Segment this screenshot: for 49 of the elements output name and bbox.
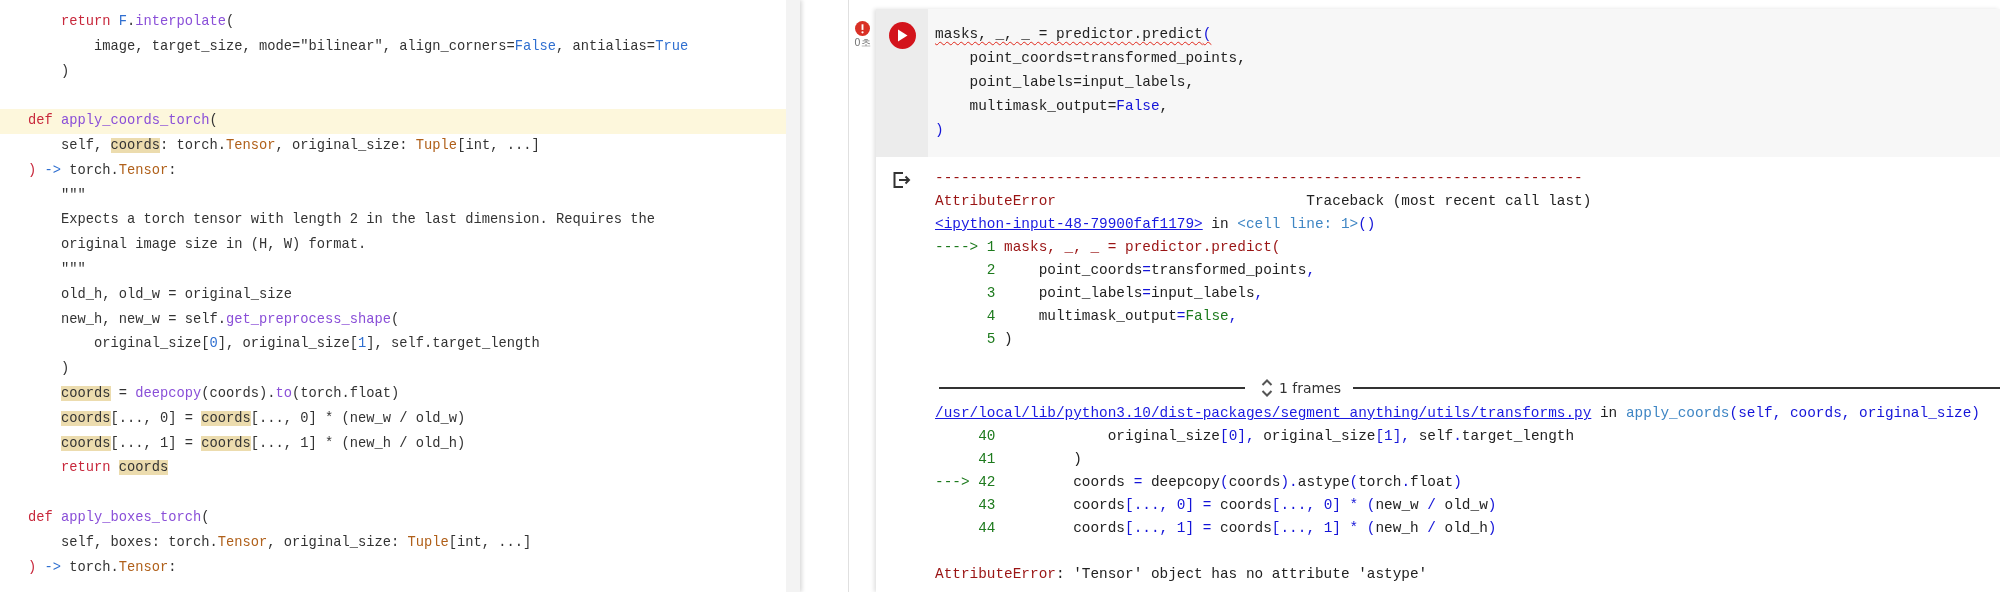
code-line: self, boxes: torch.Tensor, original_size: Tuple[int, ...] [61,533,532,552]
box-arrow-icon[interactable] [892,171,912,189]
code-line: coords = deepcopy(coords).to(torch.float) [61,384,400,403]
output-line: 5 ) [986,330,1013,349]
output-line: 44 coords[..., 1] = coords[..., 1] * (new_h / old_h) [978,519,1497,538]
output-line: <ipython-input-48-79900faf1179> in <cell line: 1>() [935,215,1376,234]
execution-time: 0초 [854,37,871,49]
code-line: ) -> torch.Tensor: [28,558,177,577]
file-link[interactable]: <ipython-input-48-79900faf1179> [935,216,1203,232]
output-line: ----> 1 masks, _, _ = predictor.predict( [935,238,1281,257]
code-line: old_h, old_w = original_size [61,285,293,304]
output-line: AttributeError Traceback (most recent call last) [935,192,1592,211]
code-line: point_coords=transformed_points, [969,49,1246,68]
frames-toggle[interactable]: 1 frames [1261,378,1342,398]
code-line: ) [61,360,70,379]
output-line: /usr/local/lib/python3.10/dist-packages/segment_anything/utils/transforms.py in apply_coords(self, coords, original_size) [935,404,1980,423]
file-link[interactable]: /usr/local/lib/python3.10/dist-packages/segment_anything/utils/transforms.py [935,405,1592,421]
output-line: ---> 42 coords = deepcopy(coords).astype(torch.float) [935,473,1462,492]
error-message: AttributeError: 'Tensor' object has no attribute 'astype' [935,565,1428,584]
code-line: multimask_output=False, [969,97,1169,116]
code-line: masks, _, _ = predictor.predict( [935,25,1212,44]
output-line: --------------------------------------------------------------------------- [935,169,1583,188]
code-line: return coords [61,459,169,478]
code-line: original image size in (H, W) format. [61,236,367,255]
output-line: 3 point_labels=input_labels, [986,284,1264,303]
code-line: original_size[0], original_size[1], self.target_length [94,335,540,354]
code-line: ) [935,121,944,140]
run-button[interactable] [888,22,916,49]
play-icon [896,29,908,42]
code-line: coords[..., 1] = coords[..., 1] * (new_h / old_h) [61,434,466,453]
output-line: 4 multimask_output=False, [986,307,1238,326]
code-line: ) -> torch.Tensor: [28,161,177,180]
code-line: coords[..., 0] = coords[..., 0] * (new_w / old_w) [61,409,466,428]
output-line: 43 coords[..., 0] = coords[..., 0] * (new_w / old_w) [978,496,1497,515]
output-line: 41 ) [978,450,1082,469]
code-line: """ [61,260,86,279]
code-line: Expects a torch tensor with length 2 in the last dimension. Requires the [61,211,656,230]
code-line: """ [61,186,86,205]
code-line: def apply_boxes_torch( [28,508,210,527]
code-line: def apply_coords_torch( [28,112,218,131]
output-line: 2 point_coords=transformed_points, [986,261,1315,280]
code-line: point_labels=input_labels, [969,73,1195,92]
code-line: return F.interpolate( [61,13,235,31]
output-line: 40 original_size[0], original_size[1], self.target_length [978,427,1575,446]
code-line: image, target_size, mode="bilinear", align_corners=False, antialias=True [94,37,689,56]
chevron-icon [1261,378,1273,398]
code-line: self, coords: torch.Tensor, original_size: Tuple[int, ...] [61,136,540,155]
code-line: new_h, new_w = self.get_preprocess_shape( [61,310,400,329]
code-line: ) [61,62,70,81]
